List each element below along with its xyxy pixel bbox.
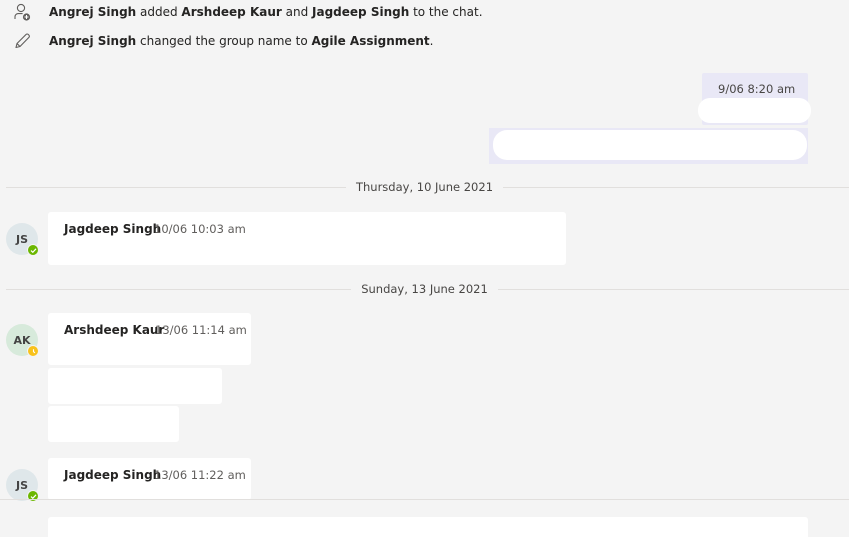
event-tail: .: [429, 34, 434, 48]
message-bubble-continuation[interactable]: [48, 406, 179, 442]
message-bubble-continuation[interactable]: [48, 368, 222, 404]
event-joiner: and: [281, 5, 313, 19]
add-person-icon: [14, 3, 31, 21]
target-name: Jagdeep Singh: [312, 5, 410, 19]
event-tail: to the chat.: [409, 5, 483, 19]
redacted-text: [698, 98, 811, 123]
date-divider: Thursday, 10 June 2021: [0, 180, 849, 194]
message-timestamp: 10/06 10:03 am: [154, 222, 246, 236]
avatar-initials: AK: [13, 333, 31, 347]
event-verb: added: [136, 5, 182, 19]
message-bubble[interactable]: Jagdeep Singh 10/06 10:03 am: [48, 212, 566, 265]
system-event-text: Angrej Singh changed the group name to A…: [49, 34, 434, 48]
date-divider-label: Sunday, 13 June 2021: [351, 282, 498, 296]
message-timestamp: 13/06 11:14 am: [155, 323, 247, 337]
sender-name: Arshdeep Kaur: [64, 323, 165, 337]
own-message-bubble[interactable]: 9/06 8:20 am: [698, 73, 811, 125]
redacted-text: [493, 130, 807, 160]
compose-box[interactable]: [48, 517, 808, 537]
message-timestamp: 9/06 8:20 am: [718, 82, 796, 96]
avatar[interactable]: JS: [6, 223, 39, 256]
avatar[interactable]: JS: [6, 469, 39, 502]
target-name: Arshdeep Kaur: [181, 5, 282, 19]
actor-name: Angrej Singh: [49, 34, 137, 48]
own-message-bubble-2[interactable]: [489, 128, 808, 164]
system-event-rename: Angrej Singh changed the group name to A…: [0, 30, 849, 52]
avatar-initials: JS: [15, 232, 28, 246]
avatar[interactable]: AK: [6, 324, 39, 357]
pencil-icon: [15, 33, 30, 49]
event-verb: changed the group name to: [136, 34, 312, 48]
actor-name: Angrej Singh: [49, 5, 137, 19]
message-bubble[interactable]: Jagdeep Singh 13/06 11:22 am: [48, 458, 251, 500]
group-name: Agile Assignment: [311, 34, 430, 48]
system-event-text: Angrej Singh added Arshdeep Kaur and Jag…: [49, 5, 483, 19]
sender-name: Jagdeep Singh: [64, 468, 162, 482]
presence-away-icon: [27, 345, 39, 357]
system-event-added: Angrej Singh added Arshdeep Kaur and Jag…: [0, 1, 849, 23]
date-divider: Sunday, 13 June 2021: [0, 282, 849, 296]
sender-name: Jagdeep Singh: [64, 222, 162, 236]
message-timestamp: 13/06 11:22 am: [154, 468, 246, 482]
date-divider-label: Thursday, 10 June 2021: [345, 180, 504, 194]
avatar-initials: JS: [15, 478, 28, 492]
compose-divider: [0, 499, 849, 500]
message-bubble[interactable]: Arshdeep Kaur 13/06 11:14 am: [48, 313, 251, 365]
presence-available-icon: [27, 244, 39, 256]
presence-available-icon: [27, 490, 39, 502]
